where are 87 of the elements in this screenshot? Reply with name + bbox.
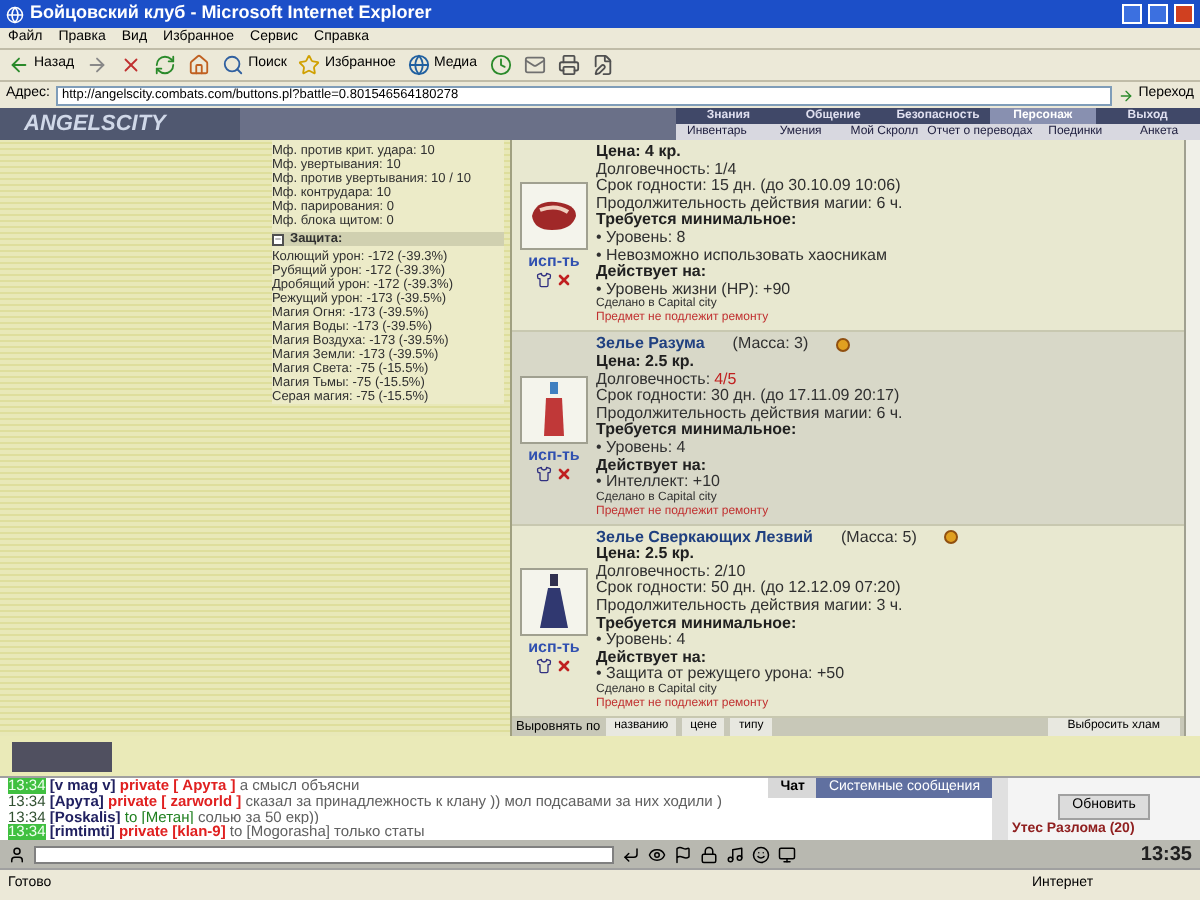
browser-icon bbox=[6, 5, 24, 23]
home-icon bbox=[188, 54, 211, 76]
coin-icon bbox=[944, 530, 959, 545]
requirements-heading: Требуется минимальное: bbox=[596, 212, 797, 230]
enter-icon[interactable] bbox=[622, 845, 640, 863]
delete-icon[interactable] bbox=[556, 657, 572, 674]
item-name[interactable]: Зелье Разума bbox=[596, 336, 705, 354]
requirements-heading: Требуется минимальное: bbox=[596, 615, 797, 633]
toolbar-button[interactable] bbox=[489, 54, 511, 76]
item-mass: (Масса: 3) bbox=[732, 336, 809, 354]
clock-icon bbox=[489, 54, 511, 76]
window-title: Бойцовский клуб - Microsoft Internet Explorer bbox=[30, 0, 434, 27]
durability-value: 4/5 bbox=[714, 371, 737, 388]
clock-text: 13:35 bbox=[1140, 841, 1192, 869]
requirement-text: • Невозможно использовать хаосникам bbox=[596, 247, 889, 264]
document-icon bbox=[591, 54, 613, 76]
item-expiry: Срок годности: 30 дн. (до 17.11.09 20:17) bbox=[596, 388, 902, 406]
mail-icon bbox=[523, 54, 545, 76]
collapse-toggle[interactable] bbox=[272, 233, 284, 245]
item-price: Цена: 2.5 кр. bbox=[596, 353, 695, 372]
requirements-heading: Требуется минимальное: bbox=[596, 422, 797, 440]
item-magic-duration: Продолжительность действия магии: 6 ч. bbox=[596, 195, 903, 212]
item-name[interactable]: Зелье Сверкающих Лезвий bbox=[596, 529, 813, 547]
search-icon bbox=[222, 54, 245, 76]
chat-input-field[interactable] bbox=[34, 845, 614, 863]
delete-icon[interactable] bbox=[556, 272, 572, 289]
maximize-button[interactable] bbox=[1148, 4, 1168, 24]
effects-heading: Действует на: bbox=[596, 649, 709, 666]
star-icon bbox=[298, 54, 321, 76]
globe-icon bbox=[407, 54, 430, 76]
close-button[interactable] bbox=[1174, 4, 1194, 24]
toolbar-button[interactable] bbox=[120, 54, 143, 76]
scrollbar[interactable] bbox=[1184, 140, 1200, 736]
durability-label: Долговечность: bbox=[596, 371, 711, 389]
durability-label: Долговечность: bbox=[596, 161, 711, 178]
effect-text: • Интеллект: +10 bbox=[596, 474, 723, 491]
toolbar-button[interactable] bbox=[557, 54, 579, 76]
item-price: Цена: 4 кр. bbox=[596, 144, 683, 162]
forward-icon bbox=[86, 54, 109, 76]
flag-icon[interactable] bbox=[674, 845, 692, 863]
durability-value: 2/10 bbox=[714, 563, 746, 580]
requirement-text: • Уровень: 4 bbox=[596, 632, 688, 650]
minus-icon bbox=[274, 234, 282, 244]
lock-icon[interactable] bbox=[700, 845, 718, 863]
monitor-icon[interactable] bbox=[778, 845, 796, 863]
toolbar-button[interactable] bbox=[154, 54, 177, 76]
eye-icon[interactable] bbox=[648, 845, 666, 863]
item-magic-duration: Продолжительность действия магии: 3 ч. bbox=[596, 598, 905, 616]
potion-bottle-icon bbox=[540, 381, 568, 438]
durability-label: Долговечность: bbox=[596, 563, 711, 581]
use-link[interactable]: исп-ть bbox=[528, 252, 580, 271]
counter-badge bbox=[12, 741, 112, 771]
item-expiry: Срок годности: 50 дн. (до 12.12.09 07:20) bbox=[596, 580, 903, 598]
dress-icon[interactable] bbox=[536, 272, 552, 289]
back-icon bbox=[8, 54, 30, 76]
effects-heading: Действует на: bbox=[596, 264, 709, 282]
coin-icon bbox=[836, 338, 851, 353]
toolbar-button[interactable] bbox=[188, 54, 211, 76]
use-link[interactable]: исп-ть bbox=[528, 445, 580, 464]
requirement-text: • Уровень: 8 bbox=[596, 229, 688, 248]
dress-icon[interactable] bbox=[536, 657, 552, 674]
delete-icon[interactable] bbox=[556, 465, 572, 482]
dress-icon[interactable] bbox=[536, 465, 552, 482]
arrow-icon bbox=[1118, 87, 1135, 103]
printer-icon bbox=[557, 54, 579, 76]
item-expiry: Срок годности: 15 дн. (до 30.10.09 10:06) bbox=[596, 178, 903, 196]
effect-text: • Уровень жизни (HP): +90 bbox=[596, 281, 793, 298]
effect-text: • Защита от режущего урона: +50 bbox=[596, 666, 847, 683]
smile-icon[interactable] bbox=[752, 845, 770, 863]
refresh-icon bbox=[154, 54, 177, 76]
requirement-text: • Уровень: 4 bbox=[596, 439, 688, 457]
music-icon[interactable] bbox=[726, 845, 744, 863]
item-magic-duration: Продолжительность действия магии: 6 ч. bbox=[596, 405, 903, 422]
item-mass: (Масса: 5) bbox=[840, 529, 917, 547]
use-link[interactable]: исп-ть bbox=[528, 637, 580, 656]
durability-value: 1/4 bbox=[714, 161, 737, 179]
toolbar-button[interactable] bbox=[523, 54, 545, 76]
close-icon bbox=[120, 54, 143, 76]
toolbar-button[interactable] bbox=[591, 54, 613, 76]
potion-bottle-icon bbox=[538, 573, 570, 630]
item-price: Цена: 2.5 кр. bbox=[596, 546, 695, 564]
chat-scrollbar[interactable] bbox=[992, 778, 1008, 840]
minimize-button[interactable] bbox=[1122, 4, 1142, 24]
toolbar-button[interactable] bbox=[86, 54, 109, 76]
effects-heading: Действует на: bbox=[596, 457, 709, 474]
user-icon[interactable] bbox=[8, 845, 26, 863]
game-logo: ANGELSCITY bbox=[21, 110, 169, 140]
